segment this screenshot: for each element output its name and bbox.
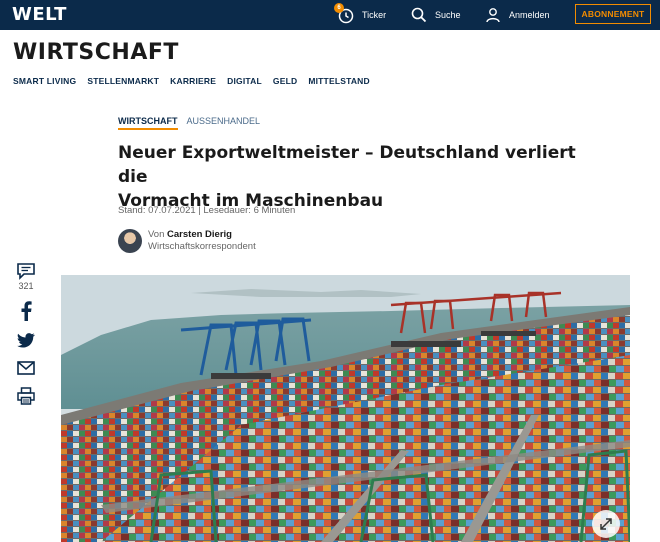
author-prefix: Von: [148, 229, 165, 240]
kicker-aussenhandel[interactable]: AUSSENHANDEL: [187, 116, 261, 130]
subnav-item-geld[interactable]: GELD: [273, 76, 297, 86]
ticker-icon: 6: [334, 3, 354, 24]
ticker-badge: 6: [334, 3, 344, 13]
facebook-icon[interactable]: [20, 301, 32, 321]
author-avatar[interactable]: [118, 229, 142, 253]
port-photo: [61, 275, 630, 542]
author-role: Wirtschaftskorrespondent: [148, 241, 256, 252]
author-byline: Von Carsten Dierig Wirtschaftskorrespond…: [118, 229, 256, 253]
article-meta: Stand: 07.07.2021 | Lesedauer: 6 Minuten: [118, 205, 296, 216]
expand-icon: [600, 518, 612, 530]
article-breadcrumb: WIRTSCHAFT AUSSENHANDEL: [118, 116, 260, 130]
comment-icon[interactable]: [16, 262, 36, 280]
subnav-item-karriere[interactable]: KARRIERE: [170, 76, 216, 86]
search-icon: [411, 7, 427, 23]
top-navigation-bar: WELT 6 Ticker Suche Anmelden ABONNEMENT: [0, 0, 660, 30]
section-subnav: SMART LIVING STELLENMARKT KARRIERE DIGIT…: [13, 76, 370, 86]
login-label: Anmelden: [509, 10, 550, 20]
ticker-button[interactable]: 6 Ticker: [334, 0, 387, 30]
hero-image[interactable]: [61, 275, 630, 542]
mail-icon[interactable]: [17, 361, 35, 375]
share-rail: 321: [16, 262, 36, 405]
subnav-item-smart-living[interactable]: SMART LIVING: [13, 76, 76, 86]
subnav-item-stellenmarkt[interactable]: STELLENMARKT: [87, 76, 159, 86]
ticker-label: Ticker: [362, 10, 387, 20]
section-title[interactable]: WIRTSCHAFT: [13, 40, 179, 65]
subnav-item-mittelstand[interactable]: MITTELSTAND: [308, 76, 370, 86]
user-icon: [486, 8, 500, 23]
kicker-wirtschaft[interactable]: WIRTSCHAFT: [118, 116, 178, 130]
expand-image-button[interactable]: [592, 510, 620, 538]
author-name[interactable]: Carsten Dierig: [167, 229, 232, 240]
subnav-item-digital[interactable]: DIGITAL: [227, 76, 262, 86]
comment-count[interactable]: 321: [18, 281, 33, 291]
welt-logo[interactable]: WELT: [12, 4, 67, 25]
search-label: Suche: [435, 10, 461, 20]
print-icon[interactable]: [17, 387, 35, 405]
subscribe-button[interactable]: ABONNEMENT: [575, 4, 651, 24]
author-text: Von Carsten Dierig Wirtschaftskorrespond…: [148, 229, 256, 253]
twitter-icon[interactable]: [17, 333, 35, 348]
article-headline: Neuer Exportweltmeister – Deutschland ve…: [118, 141, 598, 213]
search-button[interactable]: Suche: [411, 0, 461, 30]
headline-line-1: Neuer Exportweltmeister – Deutschland ve…: [118, 143, 576, 187]
login-button[interactable]: Anmelden: [485, 0, 550, 30]
